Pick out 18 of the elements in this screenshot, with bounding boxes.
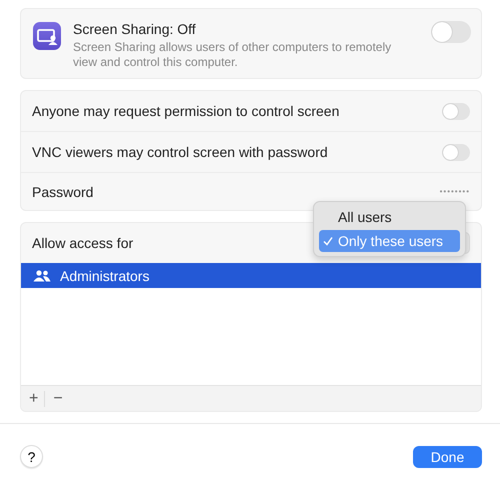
- screen-sharing-icon: [33, 22, 61, 50]
- setting-title: Screen Sharing: Off: [73, 21, 197, 37]
- option-label: VNC viewers may control screen with password: [32, 144, 328, 160]
- user-list-item[interactable]: Administrators: [21, 263, 481, 288]
- option-label: Anyone may request permission to control screen: [32, 103, 340, 119]
- help-button[interactable]: ?: [20, 445, 43, 468]
- remove-button[interactable]: −: [47, 388, 69, 410]
- setting-description: Screen Sharing allows users of other computers to remotely view and control this computer.: [73, 40, 392, 70]
- group-icon: [33, 270, 51, 282]
- access-label: Allow access for: [32, 235, 134, 251]
- toggle-switch[interactable]: [442, 102, 470, 120]
- done-button[interactable]: Done: [413, 446, 482, 468]
- add-button[interactable]: +: [23, 388, 44, 410]
- toggle-switch[interactable]: [431, 21, 471, 43]
- toggle-switch[interactable]: [442, 144, 470, 160]
- option-label: Password: [32, 184, 94, 200]
- checkmark-icon: [323, 236, 333, 246]
- menu-item[interactable]: All users: [319, 206, 460, 228]
